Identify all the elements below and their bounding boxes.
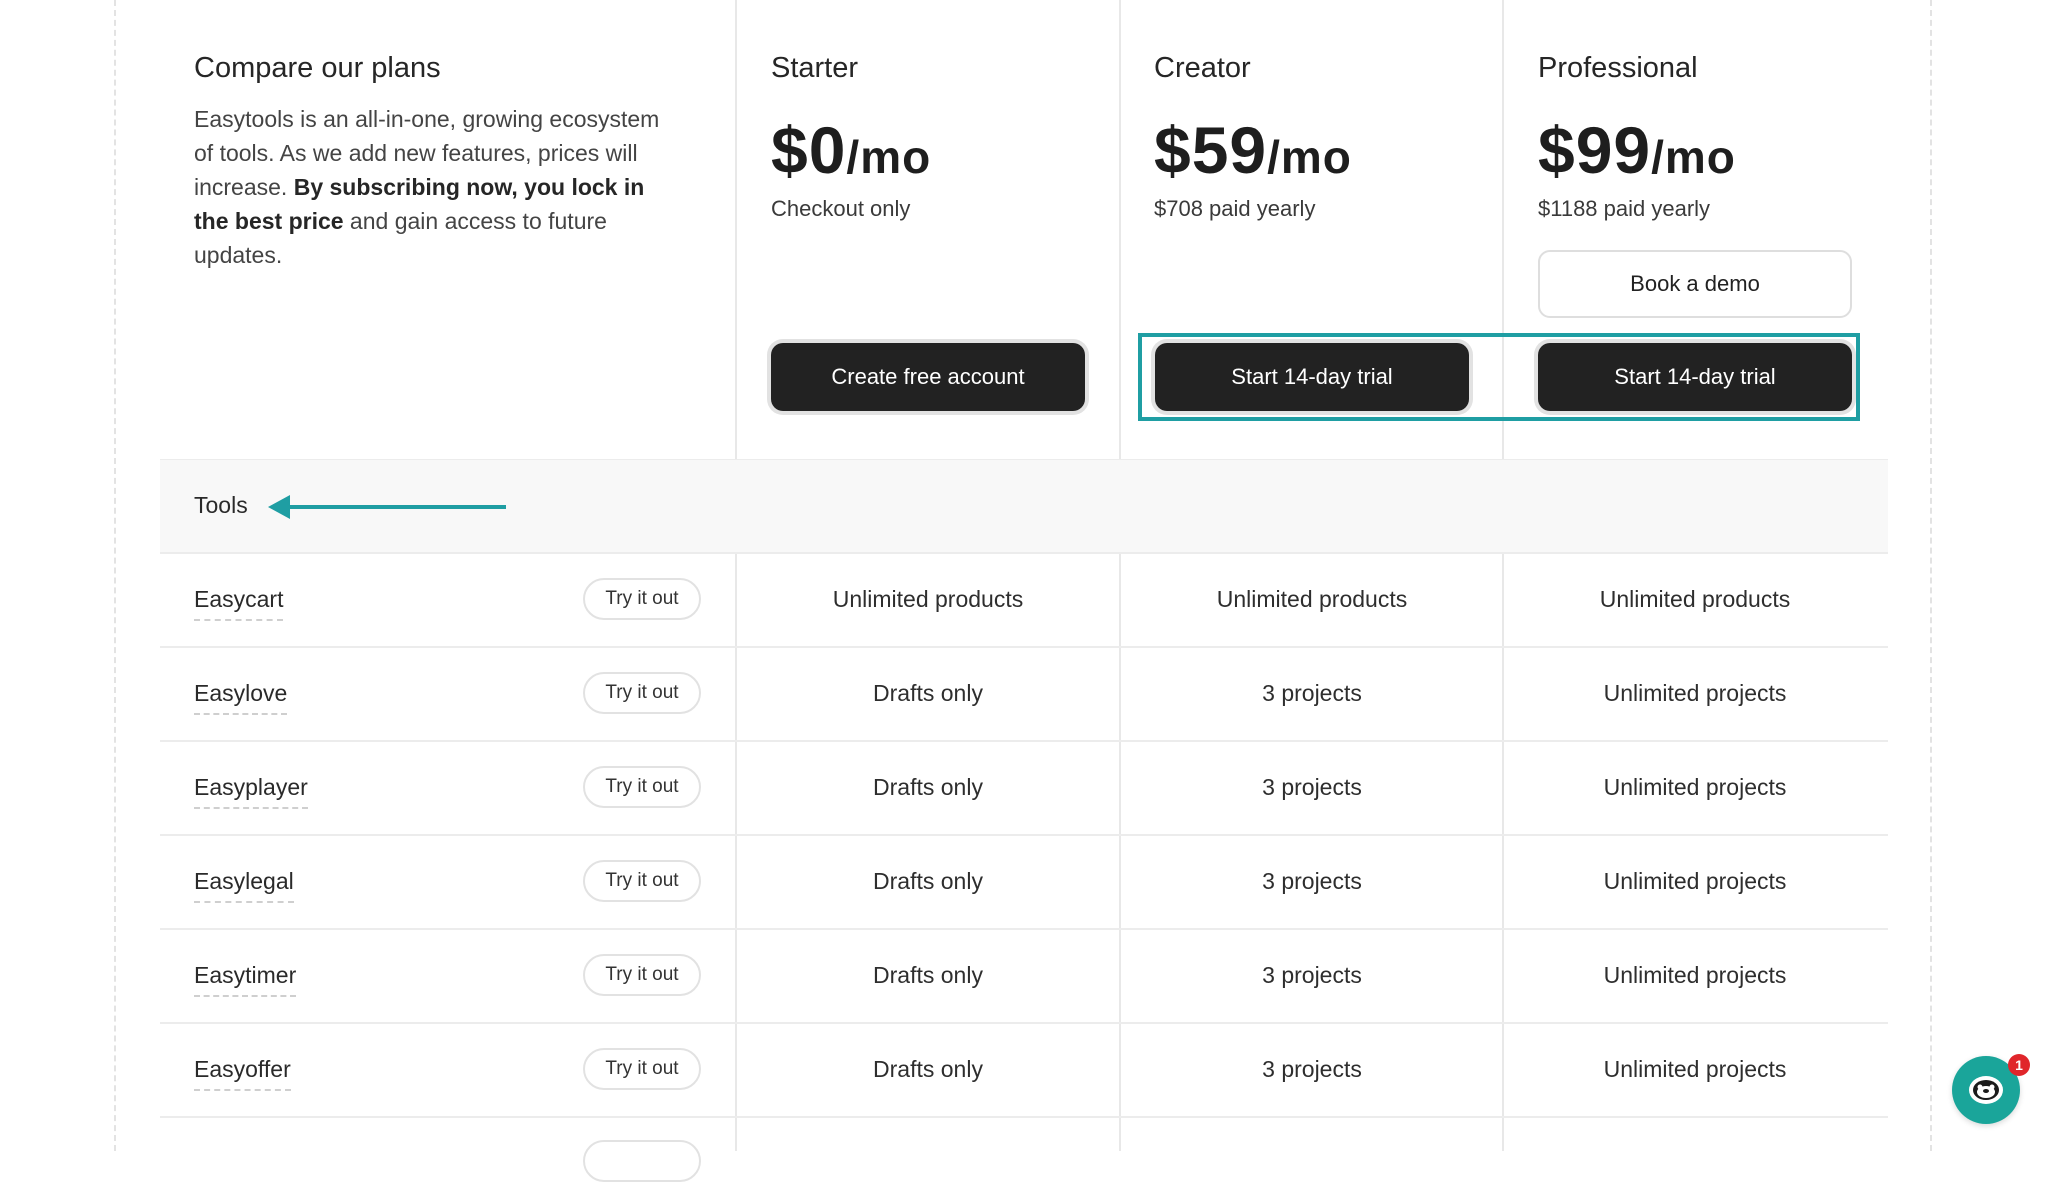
row-divider: [160, 834, 1888, 836]
price-period: /mo: [1267, 131, 1352, 183]
cell-professional: Unlimited projects: [1603, 680, 1787, 706]
try-it-out-button[interactable]: Try it out: [583, 954, 701, 996]
cell-creator: 3 projects: [1262, 1056, 1362, 1082]
tool-name-easylove[interactable]: Easylove: [194, 680, 288, 715]
plan-price-creator: $59/mo: [1154, 112, 1352, 188]
plan-price-professional: $99/mo: [1538, 112, 1736, 188]
cell-creator: 3 projects: [1262, 868, 1362, 894]
plan-name-professional: Professional: [1538, 52, 1698, 84]
plan-billing-professional: $1188 paid yearly: [1538, 196, 1711, 221]
price-amount: $99: [1538, 113, 1652, 187]
create-free-account-button[interactable]: Create free account: [771, 343, 1085, 411]
cell-starter: Drafts only: [873, 1056, 983, 1082]
cell-professional: Unlimited projects: [1603, 868, 1787, 894]
price-amount: $59: [1154, 113, 1268, 187]
row-divider: [160, 928, 1888, 930]
row-divider: [160, 1116, 1888, 1118]
try-it-out-button[interactable]: Try it out: [583, 672, 701, 714]
tool-name-easycart[interactable]: Easycart: [194, 586, 284, 621]
cell-professional: Unlimited projects: [1603, 774, 1787, 800]
tool-name-easytimer[interactable]: Easytimer: [194, 962, 297, 997]
plan-billing-creator: $708 paid yearly: [1154, 196, 1316, 221]
book-demo-button[interactable]: Book a demo: [1538, 250, 1852, 318]
cell-creator: 3 projects: [1262, 962, 1362, 988]
sloth-chat-icon: [1969, 1076, 2003, 1104]
plan-price-starter: $0/mo: [771, 112, 931, 188]
try-it-out-button[interactable]: Try it out: [583, 578, 701, 620]
try-it-out-button[interactable]: [583, 1140, 701, 1182]
plan-name-creator: Creator: [1154, 52, 1251, 84]
cell-professional: Unlimited projects: [1603, 1056, 1787, 1082]
cell-starter: Drafts only: [873, 868, 983, 894]
cell-starter: Drafts only: [873, 962, 983, 988]
tools-section-label: Tools: [194, 492, 248, 518]
page-frame-right: [1930, 0, 1932, 1151]
cell-creator: 3 projects: [1262, 774, 1362, 800]
plan-name-starter: Starter: [771, 52, 859, 84]
cell-professional: Unlimited products: [1599, 586, 1791, 612]
compare-plans-title: Compare our plans: [194, 52, 441, 84]
price-amount: $0: [771, 113, 847, 187]
price-period: /mo: [846, 131, 932, 183]
cell-professional: Unlimited projects: [1603, 962, 1787, 988]
intro-description: Easytools is an all-in-one, growing ecos…: [194, 102, 684, 272]
cell-creator: 3 projects: [1262, 680, 1362, 706]
row-divider: [160, 1022, 1888, 1024]
cell-starter: Drafts only: [873, 774, 983, 800]
cell-creator: Unlimited products: [1216, 586, 1408, 612]
annotation-arrow-icon: [268, 495, 506, 519]
try-it-out-button[interactable]: Try it out: [583, 860, 701, 902]
tool-name-easyoffer[interactable]: Easyoffer: [194, 1056, 291, 1091]
tool-name-easyplayer[interactable]: Easyplayer: [194, 774, 308, 809]
try-it-out-button[interactable]: Try it out: [583, 1048, 701, 1090]
page-frame-left: [114, 0, 116, 1151]
tool-name-easylegal[interactable]: Easylegal: [194, 868, 294, 903]
try-it-out-button[interactable]: Try it out: [583, 766, 701, 808]
price-period: /mo: [1651, 131, 1736, 183]
cell-starter: Unlimited products: [832, 586, 1024, 612]
row-divider: [160, 552, 1888, 554]
notification-badge: 1: [2008, 1054, 2030, 1076]
cell-starter: Drafts only: [873, 680, 983, 706]
trial-buttons-highlight: [1138, 333, 1860, 421]
row-divider: [160, 740, 1888, 742]
plan-billing-starter: Checkout only: [771, 196, 911, 221]
row-divider: [160, 646, 1888, 648]
